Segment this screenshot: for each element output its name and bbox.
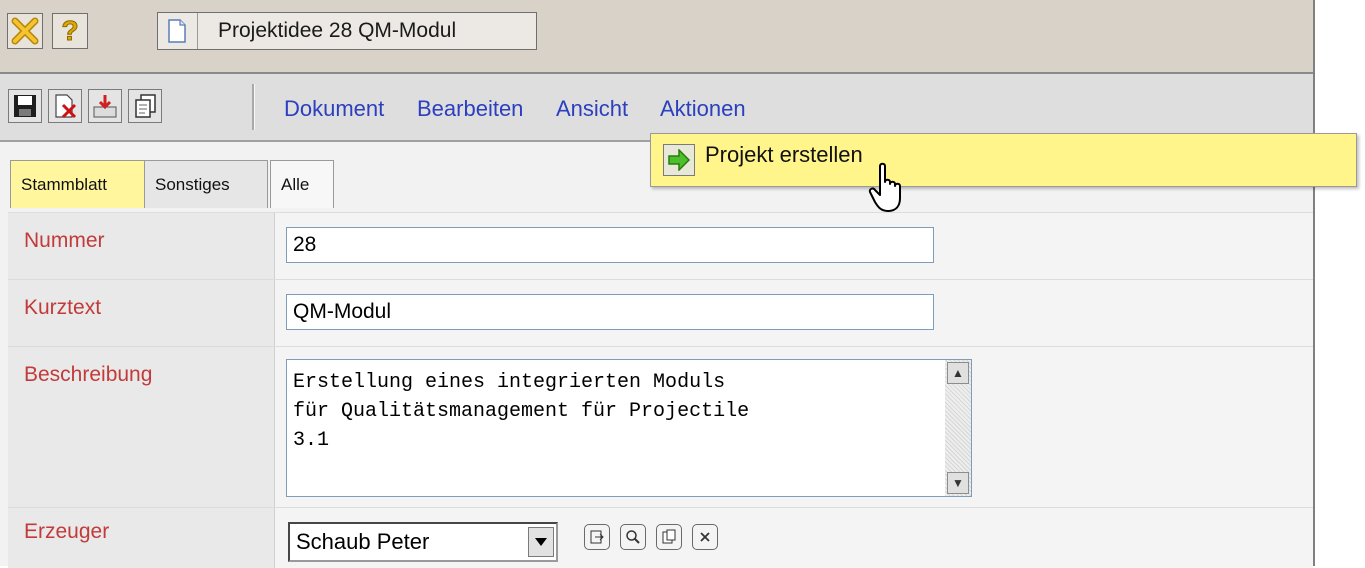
stammblatt-form: Nummer 28 Kurztext QM-Modul Beschreibung… [8,212,1313,568]
menu-item-projekt-erstellen[interactable]: Projekt erstellen [705,142,863,168]
clipboard-button[interactable] [656,524,682,550]
green-arrow-right-icon [668,149,691,171]
kurztext-field[interactable]: QM-Modul [286,294,934,330]
export-button[interactable] [88,89,122,123]
erzeuger-select[interactable]: Schaub Peter [288,522,558,562]
nummer-field[interactable]: 28 [286,227,934,263]
document-window: ? Projektidee 28 QM-Modul Dokument Bearb… [0,0,1315,568]
beschreibung-text: Erstellung eines integrierten Moduls für… [293,371,750,452]
form-row-erzeuger: Erzeuger Schaub Peter [8,507,1313,568]
menu-aktionen[interactable]: Aktionen [660,96,746,122]
close-button[interactable] [7,13,43,49]
clipboard-icon [662,529,676,544]
menu-dokument[interactable]: Dokument [284,96,384,122]
scroll-up-icon[interactable]: ▲ [947,362,969,384]
kurztext-label: Kurztext [24,296,102,319]
document-tab[interactable]: Projektidee 28 QM-Modul [157,12,537,50]
help-button[interactable]: ? [52,13,88,49]
beschreibung-textarea[interactable]: Erstellung eines integrierten Moduls für… [286,359,972,497]
title-bar: ? Projektidee 28 QM-Modul [0,0,1313,74]
toolbar: Dokument Bearbeiten Ansicht Aktionen [0,74,1313,142]
nummer-label: Nummer [24,229,105,252]
dropdown-arrow[interactable] [528,527,554,557]
select-entry-button[interactable] [584,524,610,550]
menu-bearbeiten[interactable]: Bearbeiten [417,96,523,122]
copy-button[interactable] [128,89,162,123]
tab-stammblatt[interactable]: Stammblatt [10,160,145,208]
export-icon [93,95,117,118]
chevron-down-icon [535,538,547,546]
form-row-nummer: Nummer 28 [8,212,1313,279]
tab-sonstiges[interactable]: Sonstiges [144,160,268,208]
clear-icon [700,532,710,542]
close-x-icon [11,17,39,45]
toolbar-separator [252,84,255,130]
menu-ansicht[interactable]: Ansicht [556,96,628,122]
search-button[interactable] [620,524,646,550]
search-icon [626,530,640,544]
delete-document-icon [55,94,77,119]
document-icon [168,19,186,43]
hand-pointer-cursor-icon [868,162,901,212]
delete-document-button[interactable] [48,89,82,123]
beschreibung-label: Beschreibung [24,363,153,386]
save-icon [14,95,36,117]
projekt-erstellen-icon-box[interactable] [663,144,695,176]
tab-alle[interactable]: Alle [270,160,334,208]
select-icon [590,530,604,544]
form-row-beschreibung: Beschreibung Erstellung eines integriert… [8,346,1313,507]
erzeuger-label: Erzeuger [24,520,110,543]
scroll-down-icon[interactable]: ▼ [947,472,969,494]
help-icon: ? [61,15,79,47]
clear-button[interactable] [692,524,718,550]
erzeuger-selected-value: Schaub Peter [296,529,430,554]
save-button[interactable] [8,89,42,123]
document-title: Projektidee 28 QM-Modul [218,19,457,42]
aktionen-menu-popup: Projekt erstellen [650,133,1357,187]
form-row-kurztext: Kurztext QM-Modul [8,279,1313,346]
copy-icon [135,94,156,118]
textarea-scrollbar[interactable]: ▲ ▼ [945,360,971,496]
